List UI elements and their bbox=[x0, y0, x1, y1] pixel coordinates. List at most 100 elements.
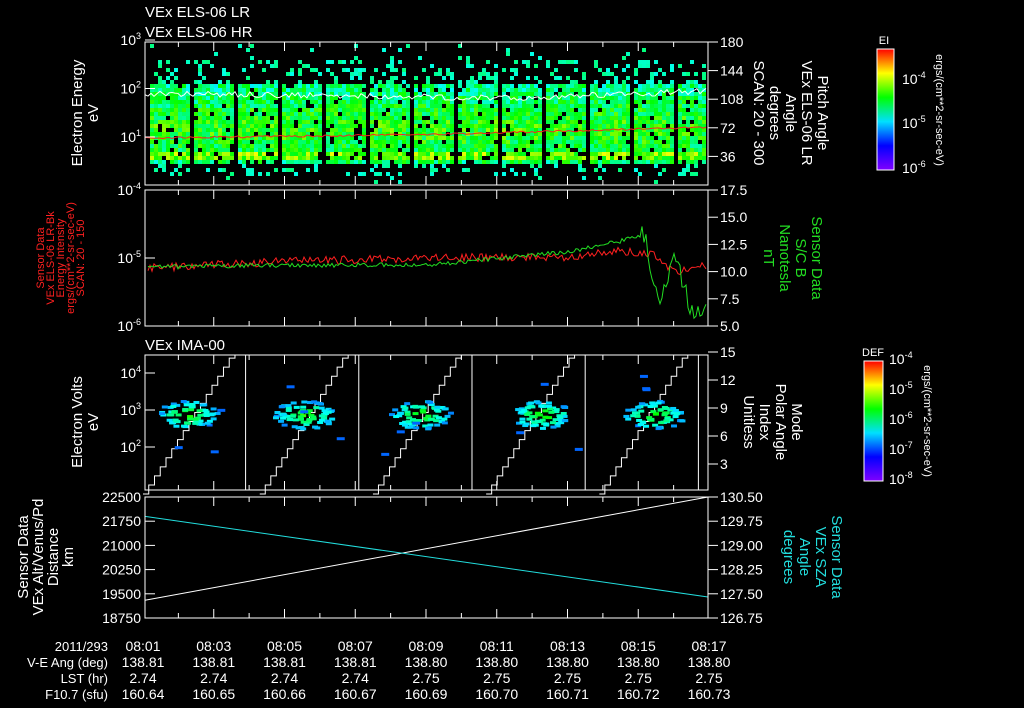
els-pixel bbox=[198, 140, 202, 144]
els-pixel bbox=[394, 160, 398, 164]
els-pixel bbox=[514, 136, 518, 140]
els-pixel bbox=[238, 120, 242, 124]
els-pixel bbox=[678, 132, 682, 136]
els-pixel bbox=[462, 152, 466, 156]
els-pixel bbox=[310, 128, 314, 132]
els-pixel bbox=[338, 140, 342, 144]
els-pixel bbox=[394, 136, 398, 140]
els-pixel bbox=[682, 116, 686, 120]
els-pixel bbox=[226, 84, 230, 88]
els-pixel bbox=[290, 148, 294, 152]
els-pixel bbox=[438, 148, 442, 152]
els-pixel bbox=[298, 120, 302, 124]
els-pixel bbox=[338, 100, 342, 104]
els-pixel bbox=[598, 92, 602, 96]
els-pixel bbox=[246, 88, 250, 92]
els-pixel bbox=[262, 156, 266, 160]
els-pixel bbox=[326, 108, 330, 112]
els-pixel bbox=[290, 124, 294, 128]
els-pixel bbox=[650, 108, 654, 112]
els-pixel bbox=[666, 160, 670, 164]
els-pixel bbox=[210, 88, 214, 92]
els-pixel bbox=[258, 140, 262, 144]
els-pixel bbox=[606, 120, 610, 124]
els-pixel bbox=[274, 128, 278, 132]
els-pixel bbox=[374, 172, 378, 176]
els-pixel bbox=[590, 156, 594, 160]
els-pixel bbox=[350, 120, 354, 124]
els-pixel bbox=[486, 148, 490, 152]
els-pixel bbox=[150, 152, 154, 156]
p2-y-tick-label: 10-6 bbox=[117, 317, 141, 334]
p4-y2-tick-label: 129.00 bbox=[720, 537, 763, 553]
els-pixel bbox=[178, 108, 182, 112]
els-pixel bbox=[698, 96, 702, 100]
els-pixel bbox=[658, 160, 662, 164]
ima-pixel bbox=[425, 427, 432, 431]
els-pixel bbox=[482, 140, 486, 144]
els-pixel bbox=[574, 112, 578, 116]
els-pixel bbox=[478, 156, 482, 160]
els-pixel bbox=[626, 144, 630, 148]
els-pixel bbox=[378, 116, 382, 120]
els-pixel bbox=[422, 84, 426, 88]
els-pixel bbox=[510, 92, 514, 96]
x-row-label-1: LST (hr) bbox=[61, 671, 108, 686]
els-pixel bbox=[398, 84, 402, 88]
els-pixel bbox=[294, 88, 298, 92]
els-pixel bbox=[702, 76, 706, 80]
els-pixel bbox=[594, 140, 598, 144]
els-pixel bbox=[494, 120, 498, 124]
els-pixel bbox=[646, 124, 650, 128]
els-pixel bbox=[678, 144, 682, 148]
x-row-value: 138.80 bbox=[475, 654, 518, 670]
els-pixel bbox=[486, 84, 490, 88]
els-pixel bbox=[294, 172, 298, 176]
els-pixel bbox=[534, 116, 538, 120]
els-pixel bbox=[458, 92, 462, 96]
els-pixel bbox=[614, 132, 618, 136]
els-pixel bbox=[546, 132, 550, 136]
els-pixel bbox=[158, 116, 162, 120]
ima-pixel bbox=[401, 423, 408, 427]
els-pixel bbox=[362, 108, 366, 112]
els-pixel bbox=[470, 156, 474, 160]
els-pixel bbox=[570, 116, 574, 120]
els-pixel bbox=[286, 100, 290, 104]
els-pixel bbox=[622, 160, 626, 164]
els-pixel bbox=[582, 104, 586, 108]
els-pixel bbox=[374, 144, 378, 148]
els-pixel bbox=[514, 144, 518, 148]
els-pixel bbox=[590, 152, 594, 156]
els-pixel bbox=[262, 124, 266, 128]
x-row-value: 160.66 bbox=[263, 686, 306, 702]
els-pixel bbox=[626, 108, 630, 112]
p4-y-tick-label: 18750 bbox=[102, 610, 141, 626]
els-pixel bbox=[594, 152, 598, 156]
els-pixel bbox=[578, 164, 582, 168]
els-pixel bbox=[474, 140, 478, 144]
els-pixel bbox=[274, 88, 278, 92]
els-pixel bbox=[318, 148, 322, 152]
els-pixel bbox=[282, 116, 286, 120]
els-pixel bbox=[494, 64, 498, 68]
els-pixel bbox=[466, 140, 470, 144]
els-pixel bbox=[174, 148, 178, 152]
els-pixel bbox=[614, 120, 618, 124]
els-pixel bbox=[666, 144, 670, 148]
els-pixel bbox=[438, 120, 442, 124]
els-pixel bbox=[218, 100, 222, 104]
els-pixel bbox=[642, 148, 646, 152]
els-pixel bbox=[534, 152, 538, 156]
els-pixel bbox=[582, 100, 586, 104]
els-pixel bbox=[414, 92, 418, 96]
els-pixel bbox=[306, 64, 310, 68]
els-pixel bbox=[258, 108, 262, 112]
els-pixel bbox=[194, 152, 198, 156]
els-pixel bbox=[242, 116, 246, 120]
els-pixel bbox=[378, 124, 382, 128]
els-pixel bbox=[530, 164, 534, 168]
els-pixel bbox=[262, 100, 266, 104]
els-pixel bbox=[354, 156, 358, 160]
els-pixel bbox=[486, 128, 490, 132]
